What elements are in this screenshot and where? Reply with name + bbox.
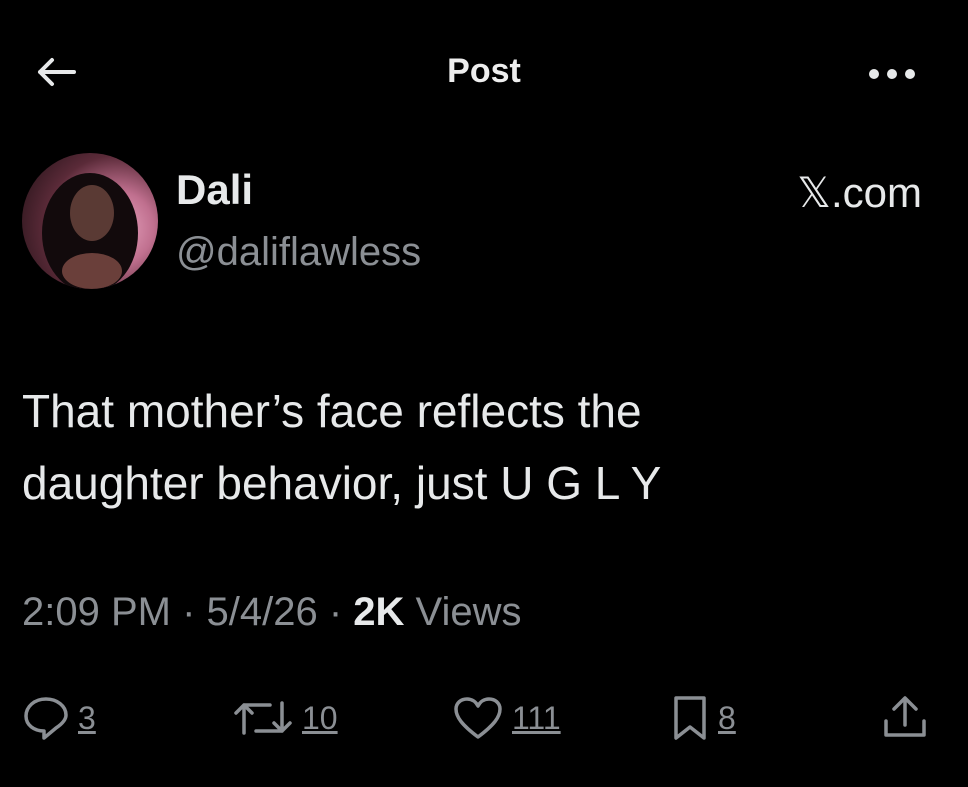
meta-separator: ·	[170, 590, 207, 634]
like-button[interactable]: 111	[452, 690, 561, 746]
source-label: 𝕏.com	[797, 169, 922, 216]
reply-count: 3	[78, 699, 96, 736]
avatar-photo	[42, 173, 138, 289]
post-text-line: That mother’s face reflects the	[22, 385, 642, 437]
post-metadata: 2:09 PM · 5/4/26 · 2K Views	[22, 590, 522, 635]
post-text: That mother’s face reflects the daughter…	[22, 375, 942, 519]
post-time[interactable]: 2:09 PM	[22, 590, 171, 634]
share-button[interactable]	[880, 690, 930, 746]
avatar[interactable]	[22, 153, 158, 289]
repost-icon	[234, 701, 292, 735]
reply-icon	[24, 697, 68, 740]
repost-count: 10	[302, 699, 338, 736]
bookmark-count: 8	[718, 699, 736, 736]
bookmark-button[interactable]: 8	[670, 690, 736, 746]
share-icon	[884, 696, 926, 737]
author-display-name[interactable]: Dali	[176, 166, 253, 214]
views-label: Views	[404, 590, 522, 634]
top-bar: Post	[0, 0, 968, 140]
heart-icon	[454, 697, 502, 739]
like-count: 111	[512, 699, 561, 736]
bookmark-icon	[674, 696, 706, 740]
meta-separator: ·	[317, 590, 354, 634]
more-options-button[interactable]	[862, 54, 922, 94]
author-handle[interactable]: @daliflawless	[176, 230, 421, 275]
action-bar: 3 10 111 8	[0, 690, 968, 750]
reply-button[interactable]: 3	[22, 690, 96, 746]
post-text-line: daughter behavior, just U G L Y	[22, 457, 662, 509]
views-count[interactable]: 2K	[353, 590, 404, 634]
more-dots-icon	[869, 69, 915, 79]
repost-button[interactable]: 10	[232, 690, 338, 746]
page-title: Post	[447, 52, 521, 90]
post-date[interactable]: 5/4/26	[207, 590, 318, 634]
